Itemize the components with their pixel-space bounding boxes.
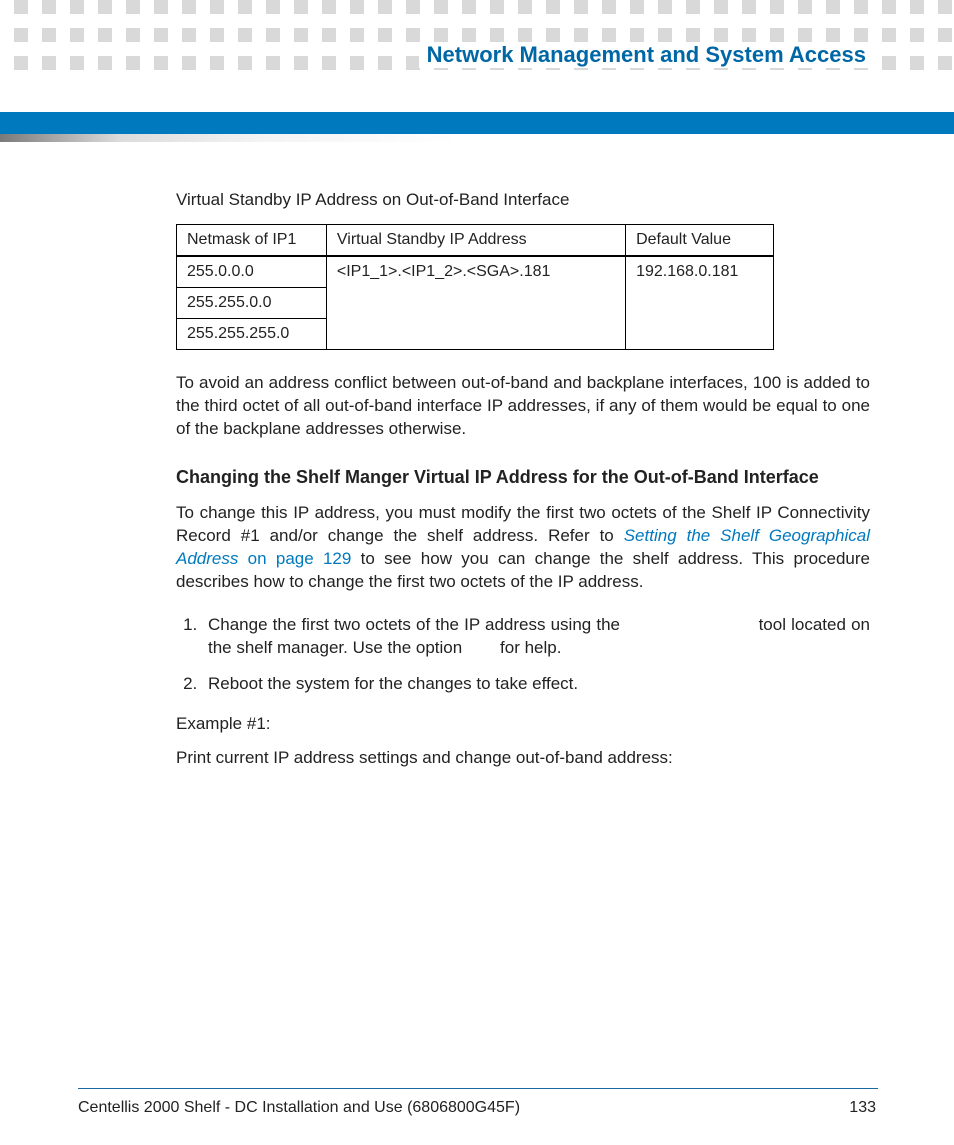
example-text: Print current IP address settings and ch… xyxy=(176,748,870,768)
cell-default: 192.168.0.181 xyxy=(626,256,774,350)
paragraph: To avoid an address conflict between out… xyxy=(176,372,870,441)
table-row: 255.0.0.0 <IP1_1>.<IP1_2>.<SGA>.181 192.… xyxy=(177,256,774,288)
table-header-row: Netmask of IP1 Virtual Standby IP Addres… xyxy=(177,225,774,257)
cell-virtual-ip: <IP1_1>.<IP1_2>.<SGA>.181 xyxy=(326,256,625,350)
step-item: Reboot the system for the changes to tak… xyxy=(202,673,870,696)
section-title: Network Management and System Access xyxy=(419,42,874,68)
subsection-heading: Changing the Shelf Manger Virtual IP Add… xyxy=(176,467,870,488)
content-area: Virtual Standby IP Address on Out-of-Ban… xyxy=(176,190,870,768)
paragraph: To change this IP address, you must modi… xyxy=(176,502,870,594)
procedure-list: Change the first two octets of the IP ad… xyxy=(176,614,870,697)
cell-netmask: 255.255.0.0 xyxy=(177,288,327,319)
table-caption: Virtual Standby IP Address on Out-of-Ban… xyxy=(176,190,870,210)
ip-table: Netmask of IP1 Virtual Standby IP Addres… xyxy=(176,224,774,350)
blank-space xyxy=(625,615,753,634)
footer-doc-title: Centellis 2000 Shelf - DC Installation a… xyxy=(78,1099,520,1117)
page-number: 133 xyxy=(849,1099,876,1117)
header-gradient-bar xyxy=(0,134,954,142)
cell-netmask: 255.0.0.0 xyxy=(177,256,327,288)
th-default: Default Value xyxy=(626,225,774,257)
page: Network Management and System Access Vir… xyxy=(0,0,954,1145)
blank-space xyxy=(467,638,495,657)
cross-reference-page[interactable]: on page 129 xyxy=(238,549,351,568)
cell-netmask: 255.255.255.0 xyxy=(177,319,327,350)
example-label: Example #1: xyxy=(176,714,870,734)
step-item: Change the first two octets of the IP ad… xyxy=(202,614,870,660)
text: Change the first two octets of the IP ad… xyxy=(208,615,625,634)
text: for help. xyxy=(495,638,561,657)
footer-rule xyxy=(78,1088,878,1089)
th-netmask: Netmask of IP1 xyxy=(177,225,327,257)
header-blue-bar xyxy=(0,112,954,134)
th-virtual-ip: Virtual Standby IP Address xyxy=(326,225,625,257)
